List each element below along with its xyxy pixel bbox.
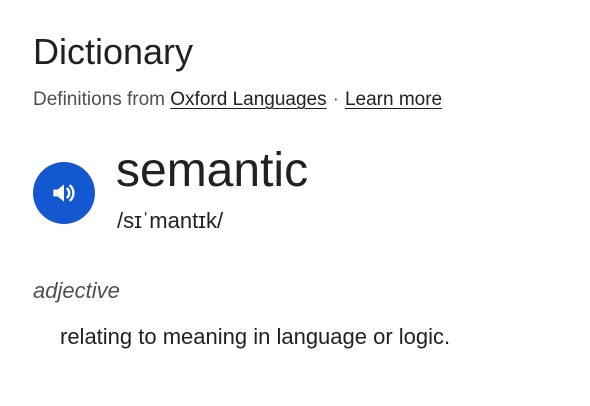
source-separator: · [332, 89, 339, 110]
phonetic-spelling: /sɪˈmantɪk/ [117, 208, 224, 233]
pronunciation-button[interactable] [33, 162, 95, 224]
dictionary-panel: Dictionary Definitions from Oxford Langu… [0, 0, 590, 406]
dictionary-title: Dictionary [33, 31, 194, 72]
part-of-speech: adjective [33, 278, 120, 303]
speaker-icon [53, 184, 75, 202]
headword: semantic [116, 144, 309, 197]
definitions-source: Definitions from Oxford Languages · Learn … [33, 88, 442, 112]
oxford-languages-link[interactable]: Oxford Languages [170, 89, 326, 110]
source-prefix: Definitions from [33, 89, 165, 110]
definition-text: relating to meaning in language or logic… [60, 324, 451, 349]
learn-more-link[interactable]: Learn more [345, 89, 442, 110]
